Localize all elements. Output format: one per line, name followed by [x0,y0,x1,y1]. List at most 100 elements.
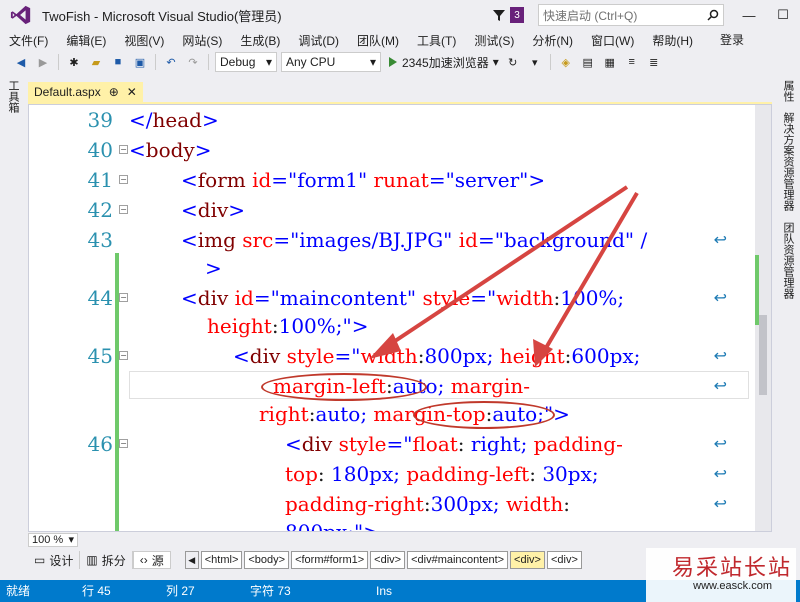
window-title: TwoFish - Microsoft Visual Studio(管理员) [42,8,282,24]
back-icon[interactable]: ◀ [13,54,29,70]
vertical-scrollbar[interactable] [755,105,771,531]
code-text: top: 180px; padding-left: 30px; [285,462,599,486]
word-wrap-icon: ↩ [713,376,727,395]
chevron-down-icon[interactable]: ▾ [527,54,543,70]
login-link[interactable]: 登录 [720,30,744,50]
breadcrumb-item[interactable]: <form#form1> [291,551,369,569]
code-text: </head> [129,108,219,132]
run-button[interactable]: 2345加速浏览器 ▾ [389,54,499,71]
scrollbar-thumb[interactable] [759,315,767,395]
breadcrumb-item[interactable]: <div#maincontent> [407,551,509,569]
outdent-icon[interactable]: ≣ [646,54,662,70]
tab-default-aspx[interactable]: Default.aspx ⊕ ✕ [28,82,143,102]
team-explorer-tab[interactable]: 团队资源管理器 [780,222,796,299]
menu-edit[interactable]: 编辑(E) [57,32,115,49]
breadcrumb-item[interactable]: <body> [244,551,290,569]
collapse-icon[interactable]: − [119,293,128,302]
code-line-wrapped[interactable]: > [29,253,749,283]
forward-icon[interactable]: ▶ [35,54,51,70]
menu-team[interactable]: 团队(M) [348,32,408,49]
zoom-select[interactable]: 100 % ▾ [28,533,78,547]
line-number: 46 [87,432,113,456]
code-line[interactable]: 44 − <div id="maincontent" style="width:… [29,283,749,313]
save-icon[interactable]: ■ [110,54,126,70]
source-view-button[interactable]: ‹› 源 [132,551,171,569]
pin-icon[interactable]: ⊕ [109,85,119,99]
play-icon [389,57,397,67]
document-tabs: Default.aspx ⊕ ✕ [28,82,143,102]
right-tool-strip: 属性 解决方案资源管理器 团队资源管理器 [772,78,800,576]
code-line[interactable]: 40 − <body> [29,135,749,165]
design-view-button[interactable]: ▭ 设计 [28,551,81,569]
collapse-icon[interactable]: − [119,205,128,214]
code-text: <div> [181,198,246,222]
menu-file[interactable]: 文件(F) [0,32,57,49]
refresh-icon[interactable]: ↻ [505,54,521,70]
menu-help[interactable]: 帮助(H) [643,32,702,49]
left-tool-strip: 工具箱 [0,78,22,576]
find-icon[interactable]: ▤ [580,54,596,70]
code-line[interactable]: 45 − <div style="width:800px; height:600… [29,341,749,371]
code-line[interactable]: 39 </head> [29,105,749,135]
breadcrumb-prev-icon[interactable]: ◀ [184,551,199,569]
breadcrumb-item[interactable]: <html> [200,551,243,569]
solution-explorer-tab[interactable]: 解决方案资源管理器 [780,112,796,211]
menu-test[interactable]: 测试(S) [465,32,523,49]
indent-icon[interactable]: ≡ [624,54,640,70]
menu-analyze[interactable]: 分析(N) [523,32,582,49]
collapse-icon[interactable]: − [119,439,128,448]
browser-link-icon[interactable]: ◈ [558,54,574,70]
code-editor[interactable]: 39 </head> 40 − <body> 41 − <form id="fo… [28,104,772,532]
code-line[interactable]: 46 − <div style="float: right; padding- … [29,429,749,459]
collapse-icon[interactable]: − [119,175,128,184]
status-char: 字符 73 [250,584,291,598]
platform-select[interactable]: Any CPU ▾ [281,52,381,72]
code-line-wrapped[interactable]: top: 180px; padding-left: 30px; ↩ [29,459,749,489]
menu-view[interactable]: 视图(V) [115,32,173,49]
code-line[interactable]: 41 − <form id="form1" runat="server"> [29,165,749,195]
menu-tools[interactable]: 工具(T) [408,32,465,49]
line-number: 44 [87,286,113,310]
chevron-down-icon: ▾ [492,55,499,69]
menu-website[interactable]: 网站(S) [173,32,231,49]
menu-build[interactable]: 生成(B) [231,32,289,49]
code-line-wrapped[interactable]: 800px;"> [29,517,749,531]
minimize-button[interactable]: — [732,0,766,30]
properties-tab[interactable]: 属性 [780,80,796,102]
status-ready: 就绪 [6,584,31,598]
new-project-icon[interactable]: ✱ [66,54,82,70]
configuration-select[interactable]: Debug ▾ [215,52,277,72]
collapse-icon[interactable]: − [119,351,128,360]
maximize-button[interactable]: ☐ [766,0,800,30]
notification-badge[interactable]: 3 [510,7,524,23]
toolbox-tab[interactable]: 工具箱 [5,80,21,113]
code-line[interactable]: 42 − <div> [29,195,749,225]
code-line-wrapped[interactable]: height:100%;"> [29,311,749,341]
split-view-button[interactable]: ▥ 拆分 [80,551,133,569]
chevron-down-icon: ▾ [265,55,272,69]
watermark-site-name: 易采站长站 [671,556,792,581]
menu-debug[interactable]: 调试(D) [289,32,348,49]
minimize-icon: — [742,7,756,23]
zoom-bar: 100 % ▾ [28,532,772,548]
code-line[interactable]: 43 <img src="images/BJ.JPG" id="backgrou… [29,225,749,255]
code-text: > [205,256,222,280]
undo-icon[interactable]: ↶ [163,54,179,70]
collapse-icon[interactable]: − [119,145,128,154]
breadcrumb-item[interactable]: <div> [546,551,582,569]
save-all-icon[interactable]: ▣ [132,54,148,70]
redo-icon[interactable]: ↷ [185,54,201,70]
code-text: height:100%;"> [207,314,369,338]
code-line-wrapped[interactable]: right:auto; margin-top:auto;"> [29,399,749,429]
close-icon[interactable]: ✕ [127,85,137,99]
quick-launch-input[interactable]: 快速启动 (Ctrl+Q) [538,4,724,26]
filter-icon[interactable] [492,8,506,22]
open-file-icon[interactable]: ▰ [88,54,104,70]
comment-icon[interactable]: ▦ [602,54,618,70]
chevron-down-icon: ▾ [68,534,74,546]
menu-window[interactable]: 窗口(W) [582,32,643,49]
breadcrumb-item[interactable]: <div> [370,551,406,569]
code-line-wrapped[interactable]: padding-right:300px; width: ↩ [29,489,749,519]
breadcrumb-item-selected[interactable]: <div> [510,551,545,569]
chevron-down-icon: ▾ [369,55,376,69]
